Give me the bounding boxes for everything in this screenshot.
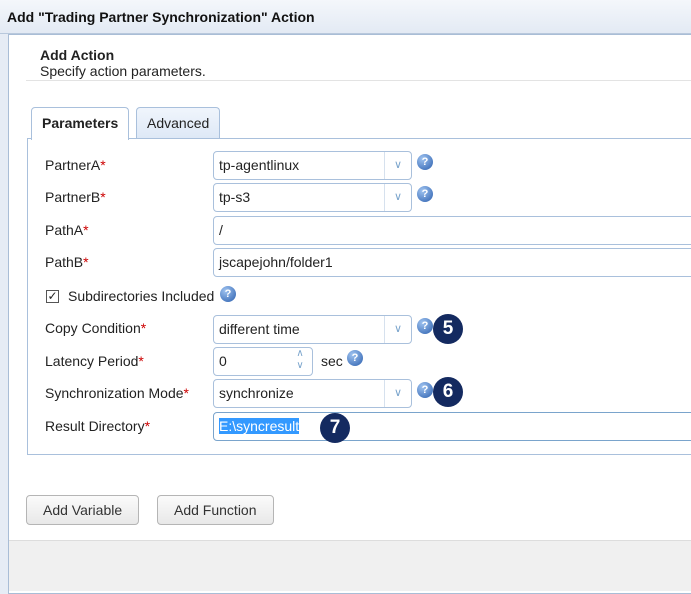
dialog-footer (9, 540, 691, 591)
copy-condition-label: Copy Condition* (45, 320, 147, 336)
callout-badge: 7 (320, 413, 350, 443)
tab-advanced[interactable]: Advanced (136, 107, 221, 139)
help-icon[interactable]: ? (417, 186, 433, 202)
help-icon[interactable]: ? (220, 286, 236, 302)
pathb-label: PathB* (45, 254, 89, 270)
copy-condition-select[interactable]: different time ∨ (213, 315, 412, 344)
sync-mode-select[interactable]: synchronize ∨ (213, 379, 412, 408)
divider (26, 80, 691, 81)
help-icon[interactable]: ? (417, 382, 433, 398)
chevron-down-icon[interactable]: ∨ (384, 152, 411, 179)
patha-label: PathA* (45, 222, 89, 238)
partnerb-label: PartnerB* (45, 189, 106, 205)
help-icon[interactable]: ? (347, 350, 363, 366)
help-icon[interactable]: ? (417, 318, 433, 334)
callout-badge: 6 (433, 377, 463, 407)
latency-spinner[interactable]: 0 ∧ ∨ (213, 347, 313, 376)
subdirectories-label: Subdirectories Included (68, 288, 215, 304)
dialog-title: Add "Trading Partner Synchronization" Ac… (0, 0, 691, 34)
header-title: Add Action (40, 47, 115, 63)
patha-input[interactable]: / (213, 216, 691, 245)
help-icon[interactable]: ? (417, 154, 433, 170)
tab-parameters[interactable]: Parameters (31, 107, 130, 140)
pathb-input[interactable]: jscapejohn/folder1 (213, 248, 691, 277)
add-variable-button[interactable]: Add Variable (26, 495, 140, 525)
callout-badge: 5 (433, 314, 463, 344)
header-subtitle: Specify action parameters. (40, 63, 206, 79)
header: Add Action Specify action parameters. (40, 47, 206, 79)
chevron-down-icon[interactable]: ∨ (384, 380, 411, 407)
partnera-label: PartnerA* (45, 157, 106, 173)
partnerb-select[interactable]: tp-s3 ∨ (213, 183, 412, 212)
latency-unit: sec (321, 353, 343, 369)
subdirectories-checkbox[interactable]: ✓ (46, 290, 59, 303)
spinner-arrows-icon[interactable]: ∧ ∨ (288, 348, 312, 375)
chevron-down-icon[interactable]: ∨ (384, 184, 411, 211)
latency-label: Latency Period* (45, 353, 144, 369)
result-directory-label: Result Directory* (45, 418, 151, 434)
sync-mode-label: Synchronization Mode* (45, 385, 189, 401)
chevron-down-icon[interactable]: ∨ (384, 316, 411, 343)
add-function-button[interactable]: Add Function (157, 495, 274, 525)
partnera-select[interactable]: tp-agentlinux ∨ (213, 151, 412, 180)
result-directory-input[interactable]: E:\syncresult (213, 412, 691, 441)
